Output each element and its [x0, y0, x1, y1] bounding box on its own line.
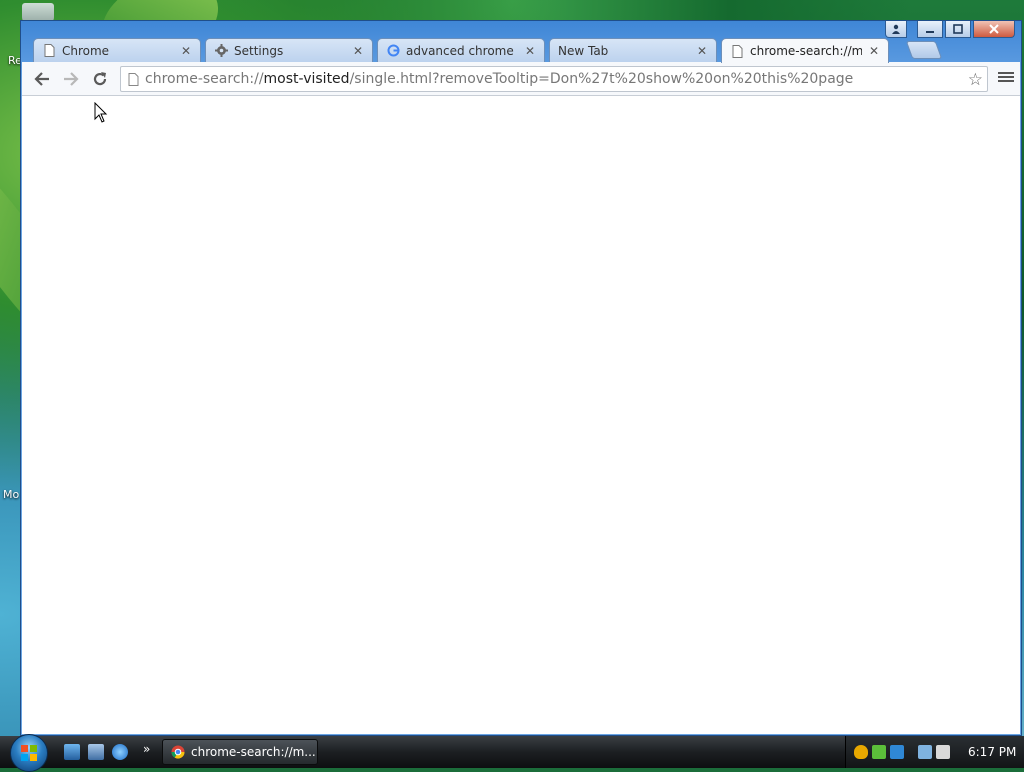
page-content — [22, 96, 1020, 734]
browser-toolbar: chrome-search://most-visited/single.html… — [22, 62, 1020, 96]
tab-title: Settings — [234, 43, 284, 58]
system-clock[interactable]: 6:17 PM — [968, 745, 1016, 759]
tab-title: Chrome — [62, 43, 110, 58]
maximize-icon[interactable] — [945, 21, 971, 38]
forward-arrow-icon[interactable] — [60, 69, 82, 89]
windows-logo-icon — [21, 745, 37, 761]
reload-icon[interactable] — [89, 69, 111, 89]
page-icon — [121, 72, 145, 86]
tab-strip: Chrome ✕ Settings ✕ advanced chrome - G … — [33, 38, 1013, 63]
close-icon[interactable]: ✕ — [696, 44, 708, 58]
tab-title: advanced chrome - G — [406, 43, 518, 58]
tab-settings[interactable]: Settings ✕ — [205, 38, 373, 62]
system-tray: 6:17 PM — [845, 736, 1024, 768]
url-scheme: chrome-search:// — [145, 71, 264, 87]
star-icon[interactable]: ☆ — [968, 70, 983, 90]
profile-icon[interactable] — [885, 21, 907, 38]
network-icon[interactable] — [918, 745, 932, 759]
close-icon[interactable]: ✕ — [524, 44, 536, 58]
show-desktop-icon[interactable] — [64, 744, 80, 760]
tab-new-tab[interactable]: New Tab ✕ — [549, 38, 717, 62]
internet-explorer-icon[interactable] — [112, 744, 128, 760]
update-icon[interactable] — [872, 745, 886, 759]
url-host: most-visited — [263, 71, 350, 87]
browser-window: Chrome ✕ Settings ✕ advanced chrome - G … — [20, 20, 1022, 736]
tab-chrome[interactable]: Chrome ✕ — [33, 38, 201, 62]
tab-title: chrome-search://mos — [750, 44, 862, 58]
security-shield-icon[interactable] — [854, 745, 868, 759]
url-path: /single.html?removeTooltip=Don%27t%20sho… — [349, 71, 854, 87]
tab-advanced-chrome[interactable]: advanced chrome - G ✕ — [377, 38, 545, 62]
google-icon — [386, 44, 400, 58]
volume-muted-icon[interactable] — [936, 745, 950, 759]
minimize-icon[interactable] — [917, 21, 943, 38]
desktop-icon-label[interactable]: Mo — [3, 488, 19, 501]
close-icon[interactable]: ✕ — [180, 44, 192, 58]
back-arrow-icon[interactable] — [31, 69, 53, 89]
close-icon[interactable]: ✕ — [352, 44, 364, 58]
close-icon[interactable]: ✕ — [868, 44, 880, 58]
menu-icon[interactable] — [998, 70, 1014, 86]
switch-windows-icon[interactable] — [88, 744, 104, 760]
start-button[interactable] — [10, 734, 48, 772]
quicklaunch-chevron-icon[interactable]: » — [143, 742, 150, 756]
tab-title: New Tab — [558, 43, 609, 58]
page-icon — [42, 44, 56, 58]
new-tab-button[interactable] — [905, 41, 943, 59]
address-bar[interactable]: chrome-search://most-visited/single.html… — [120, 66, 988, 92]
window-controls — [885, 21, 1015, 39]
taskbar-button-label: chrome-search://m... — [191, 745, 316, 759]
taskbar: » chrome-search://m... 6:17 PM — [0, 734, 1024, 772]
gear-icon — [214, 44, 228, 58]
mouse-cursor-icon — [94, 101, 108, 128]
taskbar-chrome-button[interactable]: chrome-search://m... — [162, 739, 318, 765]
chrome-icon — [171, 745, 185, 759]
close-icon[interactable] — [973, 21, 1015, 38]
app-tray-icon[interactable] — [890, 745, 904, 759]
tab-chrome-search[interactable]: chrome-search://mos ✕ — [721, 38, 889, 63]
page-icon — [730, 44, 744, 58]
